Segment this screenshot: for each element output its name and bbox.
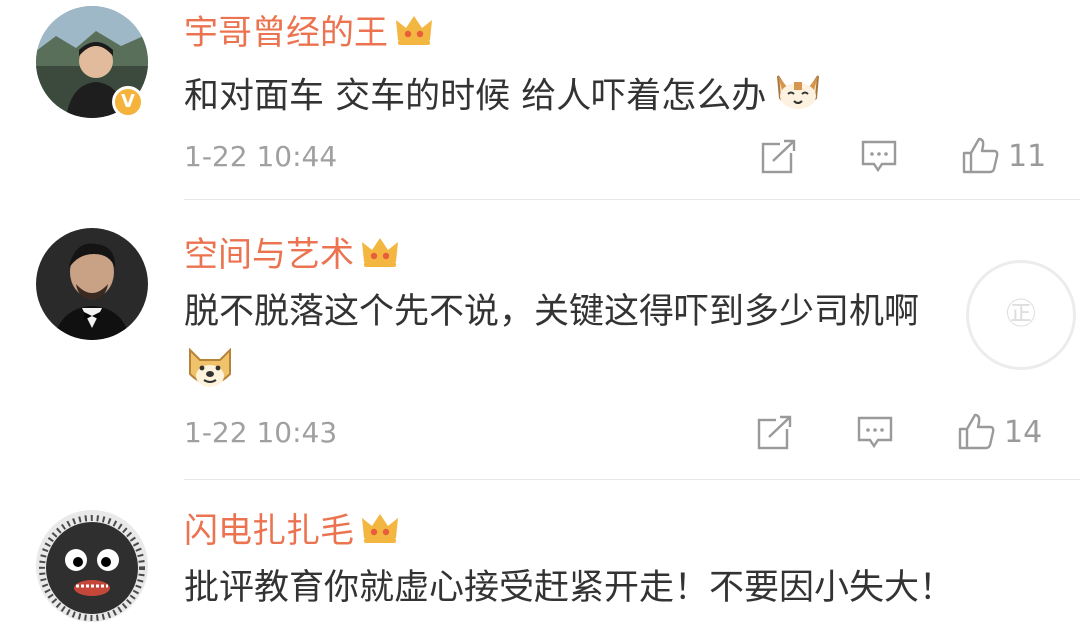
timestamp: 1-22 10:43: [184, 416, 338, 449]
like-icon: [962, 137, 999, 174]
username-text[interactable]: 闪电扎扎毛: [184, 511, 354, 551]
share-icon: [761, 139, 796, 174]
comment-text: 脱不脱落这个先不说，关键这得吓到多少司机啊: [184, 288, 919, 336]
crown-badge-icon: [360, 234, 400, 279]
comment-body: 和对面车 交车的时候 给人吓着怎么办: [184, 76, 767, 117]
doge-face-icon: [184, 344, 236, 396]
comment-item: 空间与艺术 脱不脱落这个先不说，关键这得吓到多少司机啊 1-22 10:43 1…: [0, 200, 1080, 480]
reply-button[interactable]: [860, 138, 898, 174]
crown-badge-icon: [360, 510, 400, 555]
like-button[interactable]: 14: [956, 412, 1042, 452]
username-text[interactable]: 空间与艺术: [184, 235, 354, 275]
username[interactable]: 宇哥曾经的王: [184, 12, 434, 57]
timestamp: 1-22 10:44: [184, 140, 338, 173]
avatar[interactable]: [36, 228, 148, 340]
comment-icon: [857, 416, 893, 449]
share-icon: [757, 415, 792, 450]
share-button[interactable]: [760, 138, 798, 174]
like-count: 11: [1008, 138, 1047, 174]
like-icon: [958, 413, 995, 450]
comment-text: 和对面车 交车的时候 给人吓着怎么办: [184, 68, 824, 127]
comment-body: 批评教育你就虚心接受赶紧开走！不要因小失大！: [184, 568, 955, 608]
like-button[interactable]: 11: [960, 136, 1046, 176]
reply-button[interactable]: [856, 414, 894, 450]
like-count: 14: [1004, 414, 1043, 450]
username[interactable]: 空间与艺术: [184, 234, 400, 279]
comment-body: 脱不脱落这个先不说，关键这得吓到多少司机啊: [184, 292, 920, 332]
share-button[interactable]: [756, 414, 794, 450]
comment-text: 批评教育你就虚心接受赶紧开走！不要因小失大！: [184, 564, 954, 612]
avatar[interactable]: [36, 510, 148, 622]
comment-item: 闪电扎扎毛 批评教育你就虚心接受赶紧开走！不要因小失大！: [0, 480, 1080, 626]
username-text[interactable]: 宇哥曾经的王: [184, 13, 388, 53]
cat-face-icon: [772, 68, 824, 127]
verified-badge-icon: V: [112, 86, 144, 118]
comment-icon: [861, 140, 897, 173]
username[interactable]: 闪电扎扎毛: [184, 510, 400, 555]
crown-badge-icon: [394, 12, 434, 57]
comment-item: V 宇哥曾经的王 和对面车 交车的时候 给人吓着怎么办 1-22 10:44 1…: [0, 0, 1080, 200]
